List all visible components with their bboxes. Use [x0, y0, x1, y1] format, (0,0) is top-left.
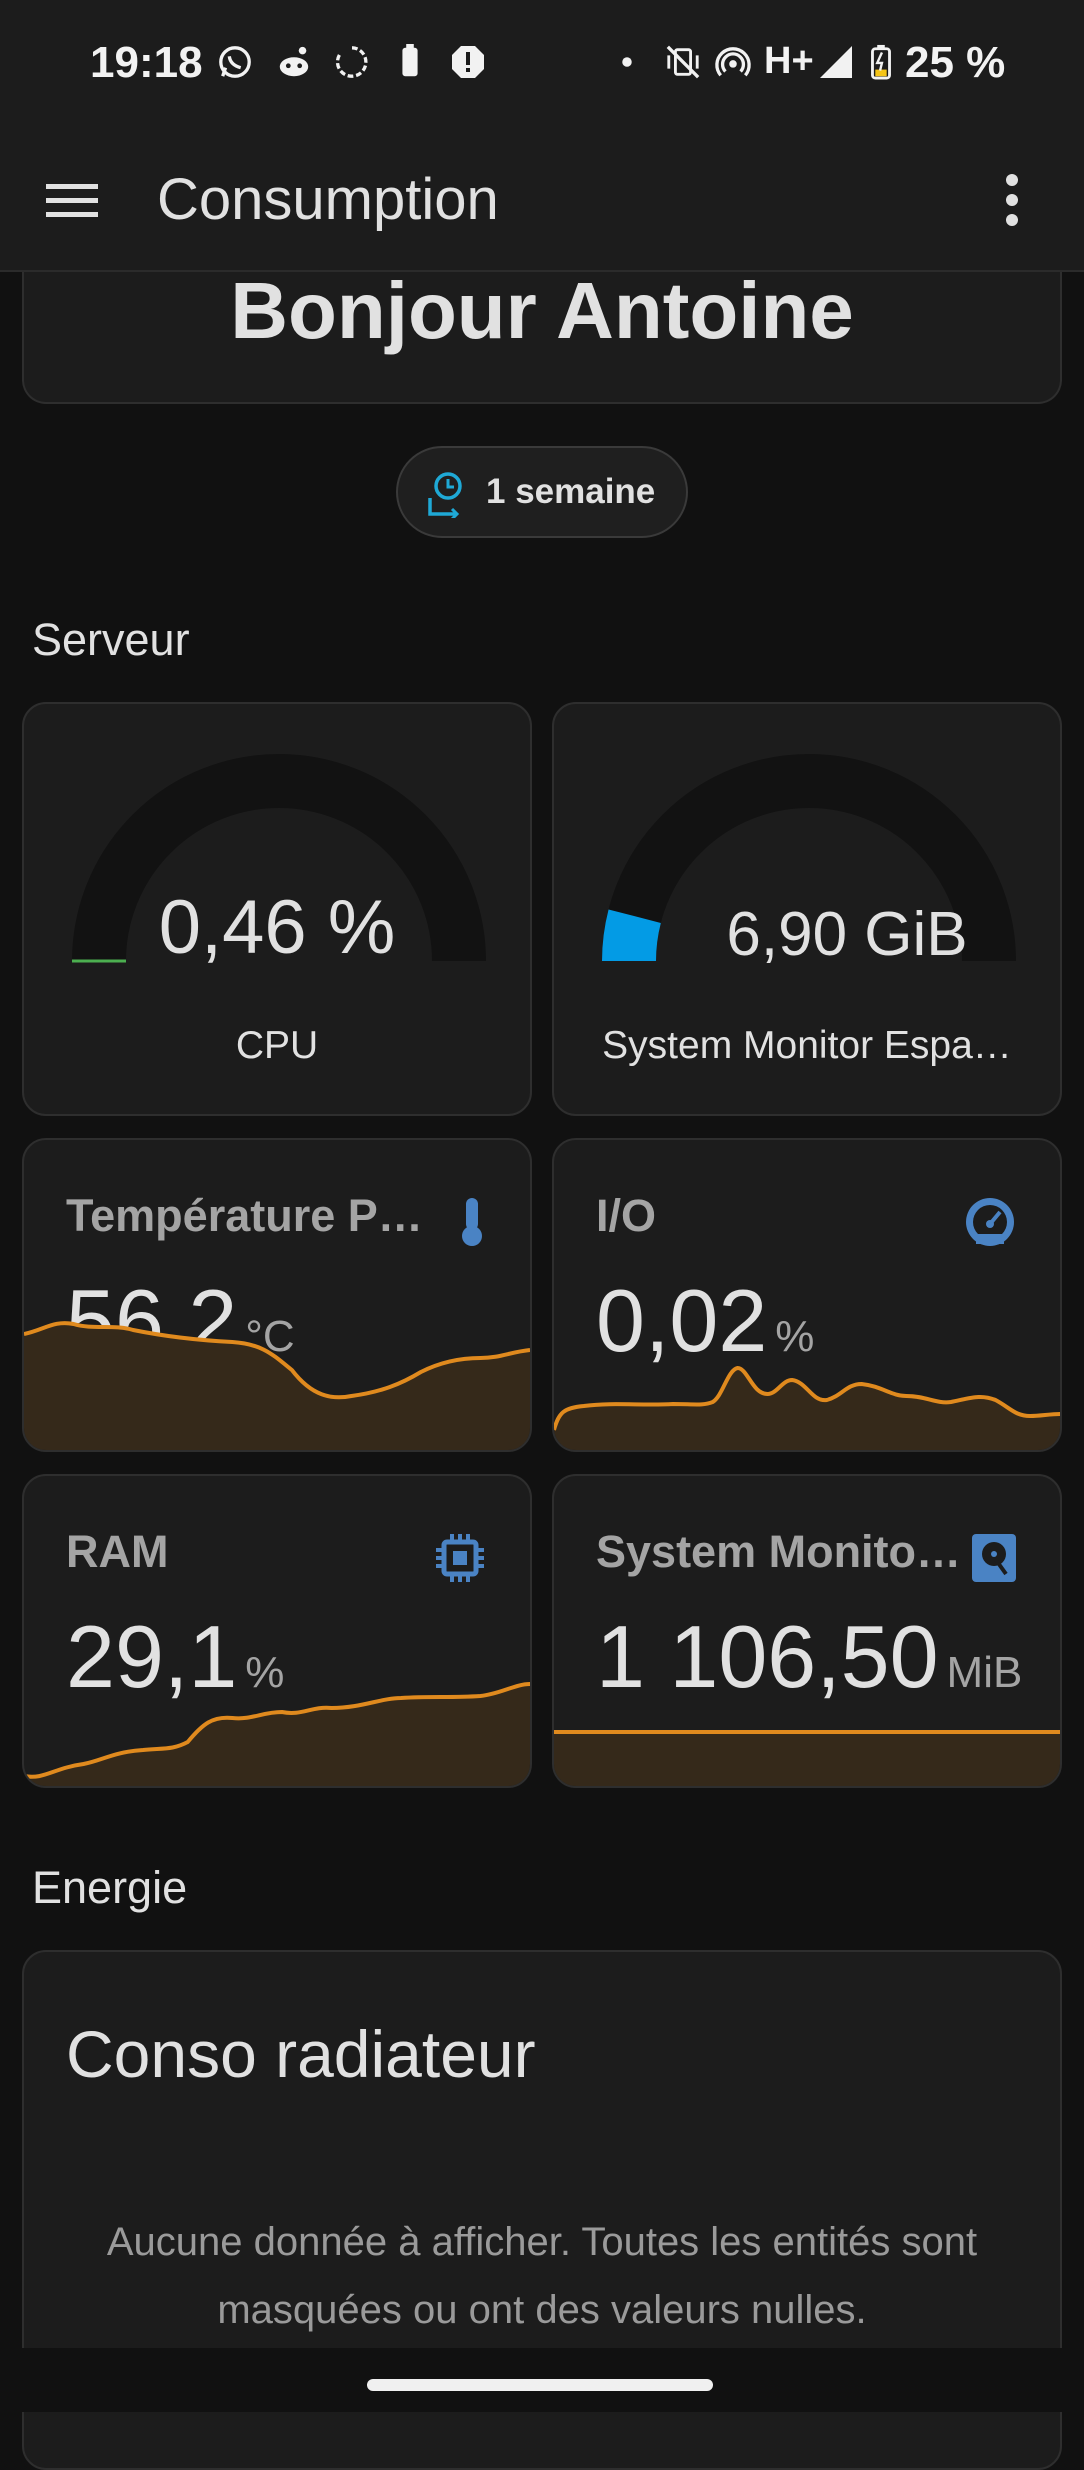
status-bar: 19:18 H+ 25 %: [0, 0, 1084, 130]
menu-icon[interactable]: [46, 180, 98, 220]
page-title: Consumption: [157, 167, 499, 232]
signal-icon: [820, 46, 852, 78]
loading-icon: [335, 46, 368, 78]
gauge-icon: [966, 1198, 1014, 1246]
calendar-clock-icon: [428, 472, 462, 518]
dot-icon: [622, 57, 632, 67]
battery-saver-icon: [402, 44, 418, 77]
temperature-sparkline: [24, 1321, 530, 1450]
home-gesture-handle[interactable]: [367, 2379, 713, 2391]
whatsapp-icon: [219, 46, 251, 78]
gauge-value: 0,46 %: [158, 885, 396, 970]
more-options-icon[interactable]: [1000, 172, 1024, 228]
energy-card-title: Conso radiateur: [66, 2017, 536, 2091]
battery-charging-icon: [871, 44, 891, 80]
section-title-energy: Energie: [32, 1862, 188, 1913]
period-selector[interactable]: 1 semaine: [396, 446, 688, 538]
greeting-text: Bonjour Antoine: [230, 266, 854, 355]
io-sparkline: [554, 1365, 1060, 1450]
gauge-value: 6,90 GiB: [726, 900, 968, 969]
reddit-icon: [279, 46, 309, 77]
sensor-card-disk[interactable]: System Monito… 1 106,50 MiB: [552, 1474, 1062, 1788]
ram-sparkline: [24, 1682, 530, 1786]
gauge-name: System Monitor Espa…: [602, 1024, 1012, 1067]
chip-icon: [436, 1534, 484, 1582]
gauge-name: CPU: [235, 1024, 319, 1067]
empty-message: Aucune donnée à afficher. Toutes les ent…: [106, 2220, 978, 2332]
section-title-server: Serveur: [32, 614, 190, 665]
battery-percent: 25 %: [905, 38, 1006, 87]
thermometer-icon: [462, 1198, 482, 1246]
gauge-card-storage[interactable]: 6,90 GiB System Monitor Espa…: [552, 702, 1062, 1116]
sensor-name: I/O: [596, 1190, 657, 1241]
sensor-card-temperature[interactable]: Température P… 56,2 °C: [22, 1138, 532, 1452]
network-type: H+: [764, 40, 814, 82]
alert-icon: [452, 46, 484, 78]
vibrate-off-icon: [666, 45, 700, 79]
app-bar: Consumption: [0, 130, 1084, 272]
sensor-card-ram[interactable]: RAM 29,1%: [22, 1474, 532, 1788]
disk-sparkline: [554, 1730, 1060, 1786]
status-time: 19:18: [90, 38, 203, 87]
harddisk-icon: [972, 1534, 1016, 1582]
hotspot-icon: [715, 47, 751, 77]
sensor-name: RAM: [66, 1526, 169, 1577]
sensor-name: Température P…: [66, 1190, 423, 1241]
gauge-card-cpu[interactable]: 0,46 % CPU: [22, 702, 532, 1116]
sensor-card-io[interactable]: I/O 0,02%: [552, 1138, 1062, 1452]
period-label: 1 semaine: [486, 472, 656, 511]
sensor-name: System Monito…: [596, 1526, 962, 1577]
